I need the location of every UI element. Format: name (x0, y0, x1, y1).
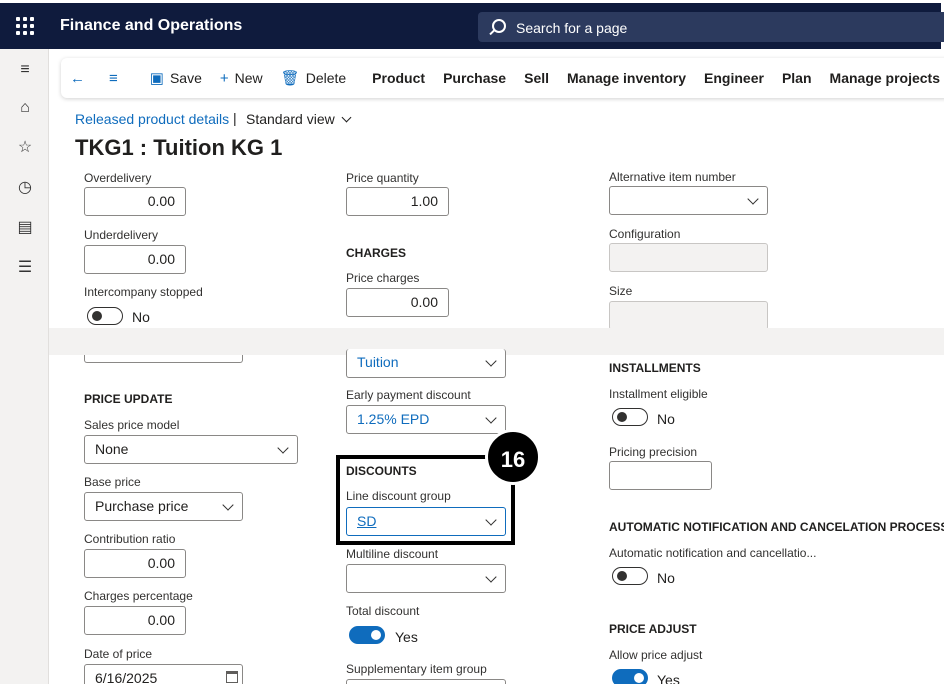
total-discount-label: Total discount (346, 604, 420, 618)
list-icon[interactable]: ☰ (14, 257, 36, 279)
intercompany-stopped-value: No (132, 309, 150, 325)
menu-sell[interactable]: Sell (515, 58, 558, 98)
size-field (609, 301, 768, 330)
workspace-icon[interactable]: ▤ (14, 217, 36, 239)
auto-notification-value: No (657, 570, 675, 586)
left-navigation: ≡ ⌂ ☆ ◷ ▤ ☰ (0, 49, 49, 684)
menu-manage-projects[interactable]: Manage projects (821, 58, 944, 98)
intercompany-stopped-label: Intercompany stopped (84, 285, 203, 299)
price-adjust-header: PRICE ADJUST (609, 622, 697, 636)
base-price-select[interactable]: Purchase price (84, 492, 243, 521)
total-discount-toggle[interactable] (349, 626, 385, 644)
app-title: Finance and Operations (60, 17, 243, 34)
save-icon: ▣ (149, 70, 164, 87)
allow-price-adjust-label: Allow price adjust (609, 648, 703, 662)
clock-icon[interactable]: ◷ (14, 177, 36, 199)
allow-price-adjust-toggle[interactable] (612, 669, 648, 684)
installment-eligible-label: Installment eligible (609, 387, 708, 401)
app-launcher-icon[interactable] (16, 17, 34, 35)
total-discount-value: Yes (395, 629, 418, 645)
contribution-ratio-field[interactable]: 0.00 (84, 549, 186, 578)
price-quantity-field[interactable]: 1.00 (346, 187, 449, 216)
early-payment-discount-label: Early payment discount (346, 388, 471, 402)
alternative-item-label: Alternative item number (609, 170, 736, 184)
menu-product[interactable]: Product (363, 58, 434, 98)
search-icon (492, 19, 506, 33)
menu-engineer[interactable]: Engineer (695, 58, 773, 98)
chevron-down-icon (485, 571, 497, 583)
view-selector[interactable]: Standard view (246, 111, 352, 127)
pricing-precision-field[interactable] (609, 461, 712, 490)
home-icon[interactable]: ⌂ (14, 97, 36, 119)
multiline-discount-label: Multiline discount (346, 547, 439, 561)
star-icon[interactable]: ☆ (14, 137, 36, 159)
sales-price-model-label: Sales price model (84, 418, 180, 432)
hamburger-icon[interactable]: ≡ (14, 59, 36, 81)
base-price-label: Base price (84, 475, 141, 489)
calendar-icon[interactable] (226, 671, 238, 683)
top-bar: Finance and Operations Search for a page (0, 0, 944, 49)
back-arrow-icon: ← (70, 69, 85, 87)
date-of-price-field[interactable]: 6/16/2025 (84, 664, 243, 684)
date-of-price-label: Date of price (84, 647, 153, 661)
size-label: Size (609, 284, 633, 298)
auto-notification-label: Automatic notification and cancellatio..… (609, 546, 817, 560)
search-placeholder: Search for a page (516, 20, 628, 36)
chevron-down-icon (747, 193, 759, 205)
main-content: ← ≡ ▣ Save + New 🗑 Delete Product Purchase … (49, 49, 944, 684)
save-button[interactable]: ▣ Save (141, 58, 211, 98)
contribution-ratio-label: Contribution ratio (84, 532, 176, 546)
intercompany-stopped-toggle[interactable] (87, 307, 123, 325)
chevron-down-icon (341, 112, 352, 123)
overdelivery-field[interactable]: 0.00 (84, 187, 186, 216)
chevron-down-icon (277, 442, 289, 454)
pricing-precision-label: Pricing precision (609, 445, 698, 459)
tuition-select[interactable]: Tuition (346, 349, 506, 378)
chevron-down-icon (222, 499, 234, 511)
chevron-down-icon (485, 412, 497, 424)
supplementary-item-group-label: Supplementary item group (346, 662, 487, 676)
alternative-item-select[interactable] (609, 186, 768, 215)
supplementary-item-group-select[interactable] (346, 679, 506, 684)
underdelivery-label: Underdelivery (84, 228, 159, 242)
installment-eligible-value: No (657, 411, 675, 427)
step-number-badge: 16 (485, 429, 541, 485)
auto-notification-toggle[interactable] (612, 567, 648, 585)
auto-notification-header: AUTOMATIC NOTIFICATION AND CANCELATION P… (609, 520, 944, 534)
underdelivery-field[interactable]: 0.00 (84, 245, 186, 274)
delete-button[interactable]: 🗑 Delete (272, 58, 356, 98)
back-button[interactable]: ← (61, 58, 100, 98)
multiline-discount-select[interactable] (346, 564, 506, 593)
configuration-label: Configuration (609, 227, 681, 241)
action-pane: ← ≡ ▣ Save + New 🗑 Delete Product Purchase … (61, 58, 944, 98)
charges-header: CHARGES (346, 246, 407, 260)
menu-purchase[interactable]: Purchase (434, 58, 515, 98)
lines-icon: ≡ (109, 69, 118, 87)
plus-icon: + (219, 69, 229, 87)
sales-price-model-select[interactable]: None (84, 435, 298, 464)
price-update-header: PRICE UPDATE (84, 392, 173, 406)
charges-percentage-label: Charges percentage (84, 589, 193, 603)
menu-plan[interactable]: Plan (773, 58, 821, 98)
breadcrumb-separator: | (233, 110, 237, 126)
search-box[interactable]: Search for a page (478, 12, 944, 42)
charges-percentage-field[interactable]: 0.00 (84, 606, 186, 635)
configuration-field (609, 243, 768, 272)
price-charges-field[interactable]: 0.00 (346, 288, 449, 317)
menu-toggle-button[interactable]: ≡ (100, 58, 133, 98)
installments-header: INSTALLMENTS (609, 361, 701, 375)
installment-eligible-toggle[interactable] (612, 408, 648, 426)
allow-price-adjust-value: Yes (657, 672, 680, 684)
price-charges-label: Price charges (346, 271, 420, 285)
chevron-down-icon (485, 355, 497, 367)
menu-manage-inventory[interactable]: Manage inventory (558, 58, 695, 98)
new-button[interactable]: + New (211, 58, 272, 98)
page-title: TKG1 : Tuition KG 1 (75, 135, 283, 160)
price-quantity-label: Price quantity (346, 171, 419, 185)
trash-icon: 🗑 (280, 70, 300, 87)
early-payment-discount-select[interactable]: 1.25% EPD (346, 405, 506, 434)
overdelivery-label: Overdelivery (84, 171, 152, 185)
breadcrumb-link[interactable]: Released product details (75, 111, 229, 127)
